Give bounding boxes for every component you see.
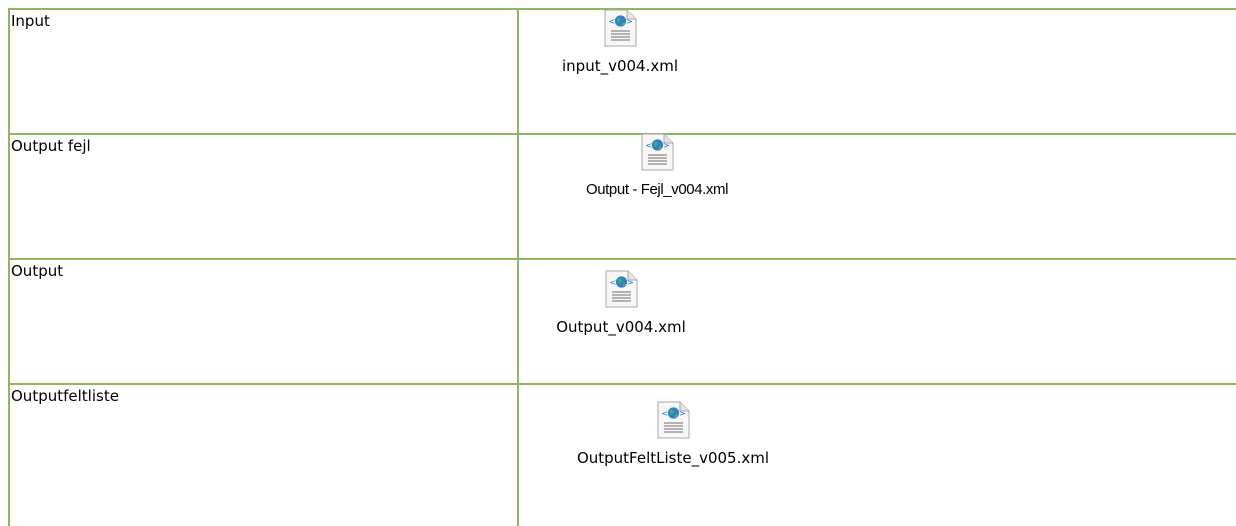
table-row: Input < > input_v004.xml bbox=[0, 9, 1236, 133]
xml-file-icon: < > bbox=[605, 270, 638, 308]
attachment-filename: OutputFeltListe_v005.xml bbox=[576, 449, 770, 467]
svg-text:>: > bbox=[626, 17, 633, 26]
xml-file-icon: < > bbox=[641, 133, 674, 171]
xml-attachment[interactable]: < > input_v004.xml bbox=[562, 9, 678, 75]
attachments-table: Input < > input_v004.xml Output fejl < >… bbox=[0, 0, 1236, 526]
xml-file-icon: < > bbox=[604, 9, 637, 47]
svg-text:>: > bbox=[679, 409, 686, 418]
xml-attachment[interactable]: < > Output_v004.xml bbox=[541, 270, 701, 336]
attachment-filename: input_v004.xml bbox=[562, 57, 679, 75]
attachment-filename: Output - Fejl_v004.xml bbox=[585, 181, 729, 198]
row-label: Input bbox=[11, 12, 50, 30]
xml-attachment[interactable]: < > OutputFeltListe_v005.xml bbox=[553, 401, 793, 467]
table-row: Output < > Output_v004.xml bbox=[0, 260, 1236, 383]
row-label: Outputfeltliste bbox=[11, 387, 119, 405]
table-row: Output fejl < > Output - Fejl_v004.xml bbox=[0, 133, 1236, 258]
xml-attachment[interactable]: < > Output - Fejl_v004.xml bbox=[537, 133, 777, 199]
svg-text:<: < bbox=[646, 141, 653, 150]
attachment-filename: Output_v004.xml bbox=[556, 318, 686, 336]
svg-text:<: < bbox=[662, 409, 669, 418]
svg-text:>: > bbox=[663, 141, 670, 150]
xml-file-icon: < > bbox=[657, 401, 690, 439]
svg-text:<: < bbox=[609, 17, 616, 26]
row-label: Output fejl bbox=[11, 137, 91, 155]
svg-text:<: < bbox=[610, 278, 617, 287]
table-row: Outputfeltliste < > OutputFeltListe_v005… bbox=[0, 385, 1236, 526]
row-label: Output bbox=[11, 262, 64, 280]
svg-text:>: > bbox=[627, 278, 634, 287]
